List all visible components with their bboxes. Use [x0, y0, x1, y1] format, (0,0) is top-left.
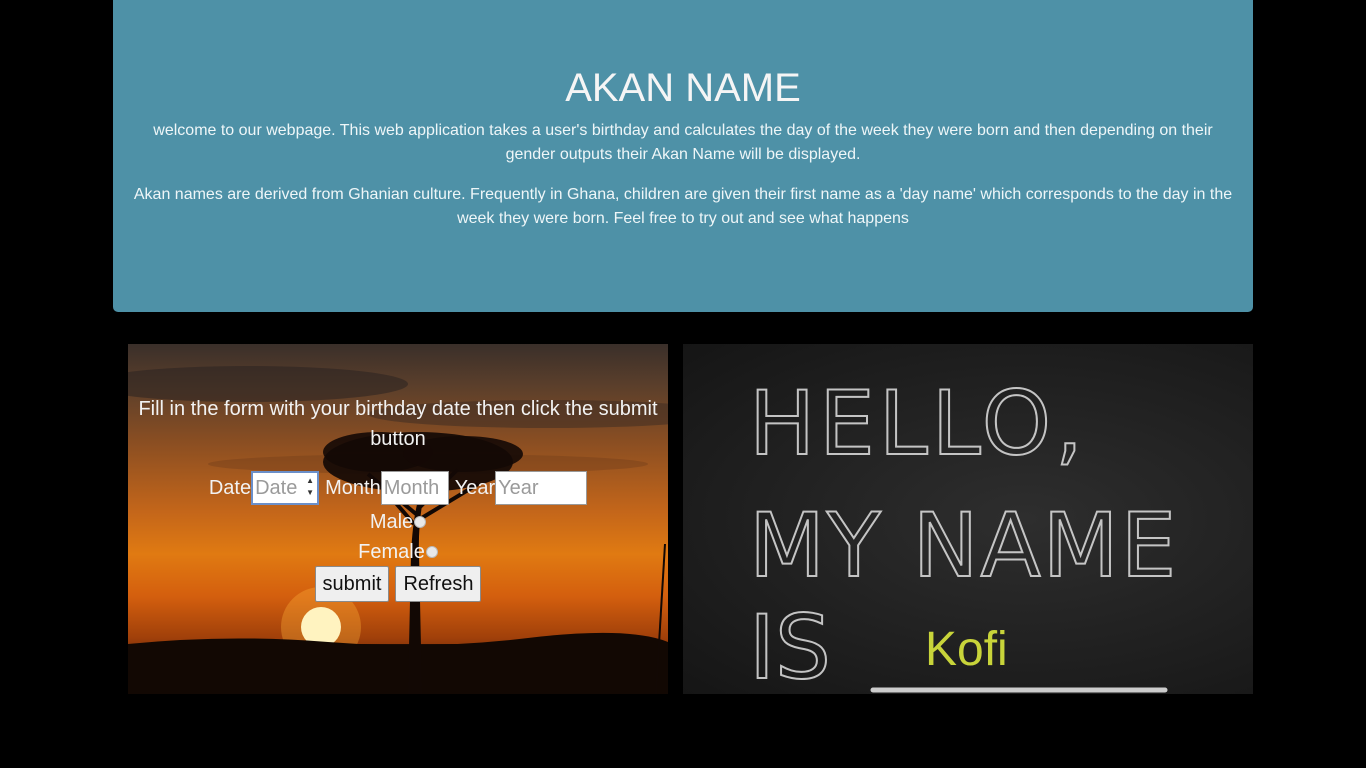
page-title: AKAN NAME [565, 66, 801, 110]
description-text: Akan names are derived from Ghanian cult… [133, 186, 1233, 227]
submit-button[interactable]: submit [314, 566, 390, 602]
birthday-form-panel: Fill in the form with your birthday date… [128, 344, 668, 694]
birthday-form: Fill in the form with your birthday date… [128, 344, 668, 694]
form-instruction: Fill in the form with your birthday date… [138, 398, 658, 450]
female-label: Female [358, 540, 425, 563]
intro-text: welcome to our webpage. This web applica… [153, 122, 1213, 163]
year-input[interactable] [495, 471, 588, 505]
year-label: Year [454, 476, 496, 499]
form-buttons: submit Refresh [128, 566, 668, 602]
date-input-row: Date ▲▼ Month Year [128, 470, 668, 506]
male-option: Male [128, 510, 668, 534]
refresh-button[interactable]: Refresh [395, 566, 482, 602]
chalk-line-hello: HELLO, [749, 372, 1087, 475]
chalk-line-myname: MY NAME [749, 494, 1178, 597]
month-label: Month [325, 476, 381, 499]
jumbotron-header: AKAN NAME welcome to our webpage. This w… [113, 0, 1253, 312]
date-spinner-icon[interactable]: ▲ ▼ [304, 475, 316, 501]
akan-name-result: Kofi [925, 623, 1008, 676]
result-panel: HELLO, MY NAME IS Kofi [683, 344, 1253, 694]
month-input[interactable] [380, 471, 449, 505]
female-radio[interactable] [425, 546, 438, 558]
male-label: Male [369, 510, 414, 533]
date-label: Date [208, 476, 252, 499]
female-option: Female [128, 540, 668, 564]
male-radio[interactable] [414, 516, 427, 528]
chalk-line-is: IS [749, 596, 831, 694]
date-field-wrapper: ▲▼ [251, 471, 320, 505]
